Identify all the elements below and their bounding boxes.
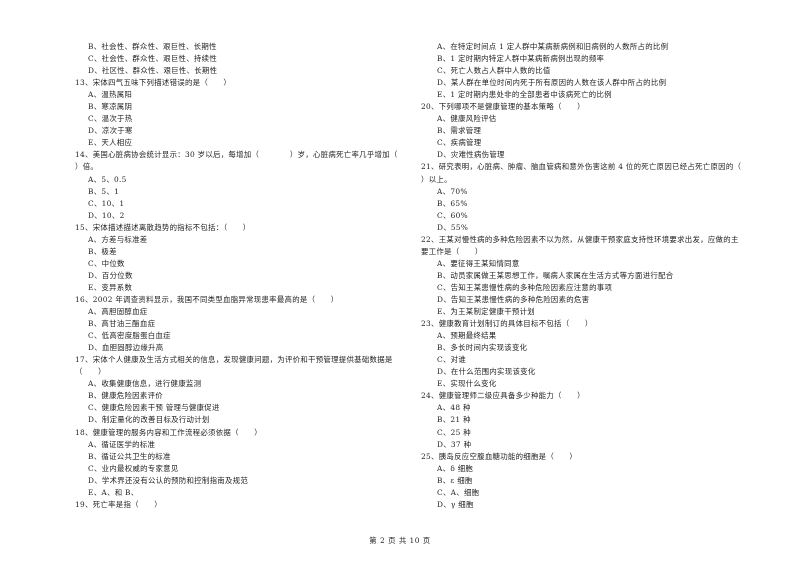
question-text: 21、研究表明，心脏病、肿瘤、脑血管病和意外伤害这前 4 位的死亡原因已经占死亡…	[421, 162, 742, 172]
answer-option: B、65%	[437, 198, 468, 208]
answer-option: A、在特定时间点 1 定人群中某病新病例和旧病例的人数所占的比例	[437, 42, 669, 51]
answer-option: C、60%	[437, 210, 468, 220]
answer-option: A、温热属阳	[88, 90, 133, 100]
answer-option: C、告知王某患慢性病的多种危险因素应注意的事项	[437, 282, 613, 292]
answer-option: A、循证医学的标准	[88, 439, 156, 449]
question-text: ）倍。	[75, 162, 99, 172]
answer-option: C、疾病管理	[437, 138, 482, 148]
right-column: A、在特定时间点 1 定人群中某病新病例和旧病例的人数所占的比例 B、1 定时期内…	[421, 41, 742, 511]
answer-option: C、温次于热	[88, 114, 133, 124]
answer-option: C、中位数	[88, 258, 125, 268]
answer-option: D、灾难性病伤管理	[437, 150, 505, 160]
answer-option: D、社区性、群众性、艰巨性、长期性	[88, 66, 218, 76]
answer-option: B、21 种	[437, 415, 471, 425]
question-text: 22、王某对慢性病的多种危险因素不以为然，从健康干预家庭支持性环境要求出发，应做…	[421, 234, 739, 244]
answer-option: E、实现什么变化	[437, 379, 497, 389]
answer-option: D、37 种	[437, 439, 472, 449]
answer-option: C、低高密度脂蛋白血症	[88, 331, 171, 341]
question-text: 14、美国心脏病协会统计显示：30 岁以后，每增加（ ）岁，心脏病死亡率几乎增加…	[75, 150, 398, 160]
question-text: 19、死亡率是指（ ）	[75, 499, 162, 509]
left-column: B、社会性、群众性、艰巨性、长期性 C、社会性、群众性、艰巨性、持续性 D、社区性、…	[75, 41, 410, 511]
answer-option: B、1 定时期内特定人群中某病新病例出现的频率	[437, 54, 605, 64]
answer-option: B、健康危险因素评价	[88, 391, 163, 401]
answer-option: B、动员家属做王某思想工作，嘱病人家属在生活方式等方面进行配合	[437, 270, 674, 280]
answer-option: A、70%	[437, 186, 468, 196]
answer-option: A、健康风险评估	[437, 114, 497, 124]
question-text: 15、宋体描述描述离散趋势的指标不包括：（ ）	[75, 222, 251, 232]
question-text: 16、2002 年调查资料显示，我国不同类型血脂异常现患率最高的是（ ）	[75, 294, 339, 304]
answer-option: A、预期最终结果	[437, 331, 497, 341]
answer-option: D、血胆固醇边缘升高	[88, 343, 164, 353]
answer-option: E、A、和 B、	[88, 487, 139, 497]
answer-option: D、在什么范围内实现该变化	[437, 367, 536, 377]
answer-option: B、多长时间内实现该变化	[437, 343, 528, 353]
answer-option: D、10、2	[88, 210, 125, 220]
answer-option: A、48 种	[437, 403, 471, 413]
answer-option: C、对谁	[437, 355, 467, 365]
answer-option: E、为王某制定健康干预计划	[437, 307, 535, 317]
question-text: 24、健康管理师二级应具备多少种能力（ ）	[421, 391, 585, 401]
answer-option: D、某人群在单位时间内死于所有原因的人数在该人群中所占的比例	[437, 78, 667, 88]
answer-option: D、学术界还没有公认的预防和控制指南及规范	[88, 475, 249, 485]
answer-option: C、健康危险因素干预 管理与健康促进	[88, 403, 220, 413]
question-text: 23、健康教育计划制订的具体目标不包括（ ）	[421, 319, 593, 329]
answer-option: A、δ 细胞	[437, 463, 474, 473]
question-text: 要工作是（ ）	[421, 246, 483, 256]
answer-option: C、10、1	[88, 198, 125, 208]
answer-option: C、25 种	[437, 427, 471, 437]
answer-option: D、百分位数	[88, 270, 133, 280]
question-text: 18、健康管理的服务内容和工作流程必须依据（ ）	[75, 427, 262, 437]
answer-option: D、制定量化的改善目标及行动计划	[88, 415, 210, 425]
question-text: （ ）	[75, 367, 106, 377]
answer-option: E、变异系数	[88, 282, 133, 292]
question-text: 13、宋体四气五味下列描述错误的是（ ）	[75, 78, 232, 88]
answer-option: E、1 定时期内患处非的全部患者中该病死亡的比例	[437, 90, 612, 100]
answer-option: C、A、细胞	[437, 487, 480, 497]
question-text: 25、胰岛反应空腹血糖功能的细胞是（ ）	[421, 451, 578, 461]
answer-option: B、5、1	[88, 186, 120, 196]
answer-option: B、高甘油三酯血症	[88, 319, 156, 329]
answer-option: A、5、0.5	[88, 174, 127, 184]
answer-option: B、极差	[88, 246, 117, 256]
answer-option: E、天人相应	[88, 138, 133, 148]
answer-option: B、社会性、群众性、艰巨性、长期性	[88, 42, 217, 51]
question-text: 20、下列哪项不是健康管理的基本策略（ ）	[421, 102, 585, 112]
answer-option: C、社会性、群众性、艰巨性、持续性	[88, 54, 218, 64]
answer-option: A、高胆固醇血症	[88, 307, 148, 317]
answer-option: C、业内最权威的专家意见	[88, 463, 179, 473]
answer-option: D、55%	[437, 222, 469, 232]
answer-option: A、要征得王某知情同意	[437, 258, 520, 268]
page-footer: 第 2 页 共 10 页	[369, 536, 431, 545]
question-text: ）以上。	[421, 174, 452, 184]
answer-option: A、收集健康信息，进行健康监测	[88, 379, 202, 389]
answer-option: B、需求管理	[437, 126, 482, 136]
question-text: 17、宋体个人健康及生活方式相关的信息，发现健康问题，为评价和干预管理提供基础数…	[75, 355, 393, 365]
answer-option: B、循证公共卫生的标准	[88, 451, 171, 461]
answer-option: B、ε 细胞	[437, 475, 473, 485]
answer-option: D、凉次于寒	[88, 126, 133, 136]
answer-option: B、寒凉属阴	[88, 102, 133, 112]
answer-option: C、死亡人数占人群中人数的比值	[437, 66, 551, 76]
answer-option: D、γ 细胞	[437, 499, 474, 509]
answer-option: A、方差与标准差	[88, 234, 148, 244]
answer-option: D、告知王某患慢性病的多种危险因素的危害	[437, 294, 590, 304]
